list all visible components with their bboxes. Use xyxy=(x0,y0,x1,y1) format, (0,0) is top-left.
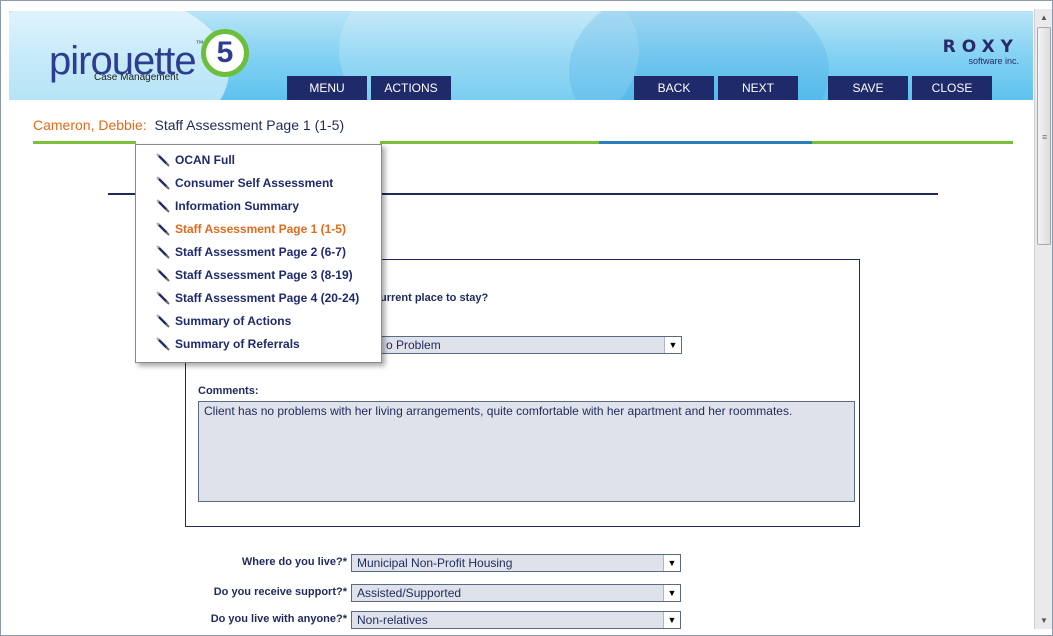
comments-textarea[interactable]: Client has no problems with her living a… xyxy=(198,401,855,502)
menu-item-label: Staff Assessment Page 2 (6-7) xyxy=(175,245,346,259)
menu-item-label: Summary of Referrals xyxy=(175,337,300,351)
menu-item[interactable]: OCAN Full xyxy=(156,153,235,167)
brand-logo: ROXY software inc. xyxy=(942,37,1019,66)
menu-item-label: Staff Assessment Page 3 (8-19) xyxy=(175,268,353,282)
menu-item-label: Information Summary xyxy=(175,199,300,213)
page-menu-dropdown: OCAN Full Consumer Self Assessment Informa… xyxy=(135,144,382,363)
menu-item[interactable]: Staff Assessment Page 3 (8-19) xyxy=(156,268,353,282)
question-label: urrent place to stay? xyxy=(380,292,489,304)
client-name[interactable]: Cameron, Debbie: xyxy=(33,117,147,133)
menu-item[interactable]: Summary of Actions xyxy=(156,314,291,328)
comments-label: Comments: xyxy=(198,385,259,397)
pencil-icon xyxy=(156,245,170,259)
breadcrumb: Cameron, Debbie: Staff Assessment Page 1… xyxy=(33,117,344,133)
tab-underline xyxy=(33,141,136,144)
menu-item[interactable]: Summary of Referrals xyxy=(156,337,300,351)
where-live-label: Where do you live?* xyxy=(241,556,347,568)
pencil-icon xyxy=(156,291,170,305)
support-label: Do you receive support?* xyxy=(213,586,347,598)
pencil-icon xyxy=(156,153,170,167)
vertical-scrollbar[interactable]: ▲ ≡ ▼ xyxy=(1034,9,1052,629)
page-title: Staff Assessment Page 1 (1-5) xyxy=(154,117,345,133)
menu-item-label: Staff Assessment Page 4 (20-24) xyxy=(175,291,360,305)
where-live-select[interactable]: Municipal Non-Profit Housing ▼ xyxy=(351,554,681,572)
pencil-icon xyxy=(156,314,170,328)
menu-button[interactable]: MENU xyxy=(287,76,367,100)
browser-window: pirouette™ Case Management 5 ROXY softwa… xyxy=(0,0,1053,636)
pencil-icon xyxy=(156,199,170,213)
rating-select[interactable]: o Problem ▼ xyxy=(380,336,682,354)
next-button[interactable]: NEXT xyxy=(718,76,798,100)
chevron-down-icon: ▼ xyxy=(663,585,680,601)
menu-item[interactable]: Staff Assessment Page 1 (1-5) xyxy=(156,222,346,236)
tab-underline xyxy=(812,141,1013,144)
close-button[interactable]: CLOSE xyxy=(912,76,992,100)
app-subtitle: Case Management xyxy=(94,72,179,83)
menu-item-label: Consumer Self Assessment xyxy=(175,176,334,190)
chevron-down-icon: ▼ xyxy=(663,612,680,628)
menu-item-label: Summary of Actions xyxy=(175,314,292,328)
scroll-thumb[interactable]: ≡ xyxy=(1037,27,1051,245)
pencil-icon xyxy=(156,222,170,236)
actions-button[interactable]: ACTIONS xyxy=(371,76,451,100)
tab-underline xyxy=(380,141,599,144)
tab-underline xyxy=(599,141,812,144)
version-badge: 5 xyxy=(201,29,249,77)
pencil-icon xyxy=(156,268,170,282)
live-with-select[interactable]: Non-relatives ▼ xyxy=(351,611,681,629)
pencil-icon xyxy=(156,337,170,351)
menu-item[interactable]: Staff Assessment Page 4 (20-24) xyxy=(156,291,359,305)
app-header: pirouette™ Case Management 5 ROXY softwa… xyxy=(9,11,1033,100)
scroll-down-icon[interactable]: ▼ xyxy=(1037,613,1051,628)
chevron-down-icon: ▼ xyxy=(664,337,681,353)
pencil-icon xyxy=(156,176,170,190)
menu-item-label: OCAN Full xyxy=(175,153,235,167)
menu-item[interactable]: Staff Assessment Page 2 (6-7) xyxy=(156,245,346,259)
menu-item[interactable]: Information Summary xyxy=(156,199,299,213)
menu-item-label: Staff Assessment Page 1 (1-5) xyxy=(175,222,346,236)
chevron-down-icon: ▼ xyxy=(663,555,680,571)
save-button[interactable]: SAVE xyxy=(828,76,908,100)
scroll-up-icon[interactable]: ▲ xyxy=(1037,10,1051,25)
support-select[interactable]: Assisted/Supported ▼ xyxy=(351,584,681,602)
menu-item[interactable]: Consumer Self Assessment xyxy=(156,176,333,190)
back-button[interactable]: BACK xyxy=(634,76,714,100)
live-with-label: Do you live with anyone?* xyxy=(210,613,347,625)
